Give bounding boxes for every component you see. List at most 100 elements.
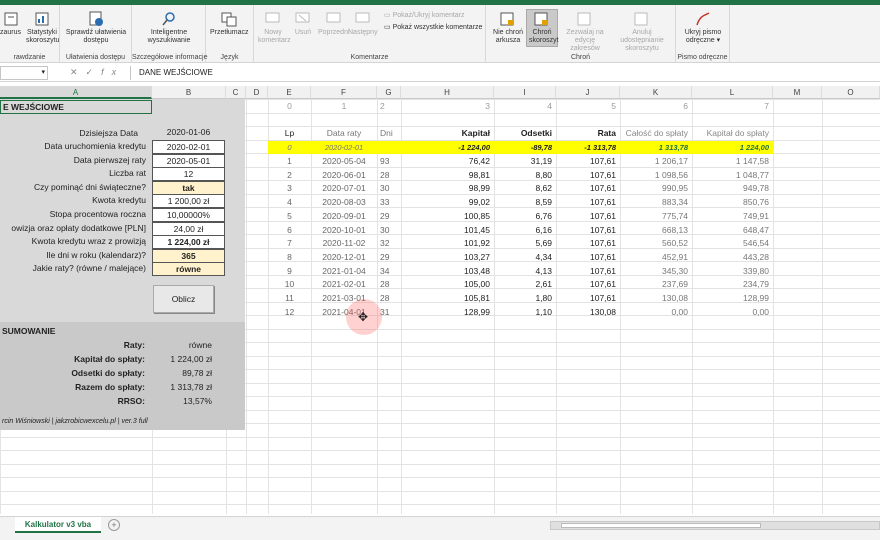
next-comment-button[interactable]: Następny	[348, 11, 378, 37]
initial-row-cell: 1 313,78	[658, 143, 688, 152]
input-value[interactable]: 10,00000%	[152, 208, 225, 222]
input-value[interactable]: 365	[152, 248, 225, 263]
show-hide-comment-button[interactable]: ▭ Pokaż/Ukryj komentarz	[384, 11, 465, 19]
schedule-cell: 128,99	[743, 293, 769, 303]
allow-edit-ranges-button[interactable]: Zezwalaj na edycję zakresów	[562, 11, 608, 53]
column-header-m[interactable]: M	[773, 86, 822, 99]
formula-bar-icons: ✕✓fx	[70, 67, 124, 78]
column-header-a[interactable]: A	[0, 86, 152, 99]
input-section-title[interactable]: E WEJŚCIOWE	[0, 100, 152, 114]
input-value[interactable]: równe	[152, 262, 225, 277]
schedule-cell: 1 206,17	[654, 156, 688, 166]
check-accessibility-button[interactable]: Sprawdź ułatwienia dostępu	[64, 11, 128, 45]
input-value[interactable]: 1 224,00 zł	[152, 235, 225, 250]
initial-row-cell: -1 313,78	[584, 143, 616, 152]
name-box[interactable]: ▾	[0, 66, 48, 80]
chevron-down-icon[interactable]: ▾	[41, 67, 45, 79]
schedule-cell: 2020-11-02	[322, 238, 366, 249]
protect-workbook-button[interactable]: Chroń skoroszyt	[526, 9, 559, 47]
show-all-comments-button[interactable]: ▭ Pokaż wszystkie komentarze	[384, 23, 482, 31]
schedule-cell: 2020-07-01	[322, 183, 366, 194]
column-header-h[interactable]: H	[401, 86, 494, 99]
unshare-workbook-button[interactable]: Anuluj udostępnianie skoroszytu	[612, 11, 672, 53]
column-header-o[interactable]: O	[822, 86, 880, 99]
input-value[interactable]: 12	[152, 167, 225, 182]
schedule-cell: 7	[287, 238, 292, 249]
schedule-cell: 4,34	[535, 251, 552, 262]
schedule-cell: 3	[287, 183, 292, 194]
schedule-cell: 28	[380, 279, 390, 290]
column-header-c[interactable]: C	[226, 86, 246, 99]
cursor-icon: ✥	[358, 310, 369, 324]
column-header-l[interactable]: L	[692, 86, 773, 99]
input-value[interactable]: 2020-02-01	[152, 140, 225, 154]
input-label: Data pierwszej raty	[73, 154, 146, 165]
calculate-button[interactable]: Oblicz	[153, 285, 214, 313]
input-value[interactable]: 24,00 zł	[152, 221, 225, 236]
input-label: Czy pominąć dni świąteczne?	[34, 181, 146, 192]
sheet-tab-active[interactable]: Kalkulator v3 vba	[15, 517, 101, 533]
ribbon: zaurus Statystyki skoroszytu rawdzanie S…	[0, 5, 880, 63]
sheet-tab-bar: Kalkulator v3 vba +	[0, 516, 880, 534]
book-icon	[4, 12, 17, 26]
insert-function-icon[interactable]: fx	[101, 67, 124, 77]
formula-input[interactable]: DANE WEJŚCIOWE	[130, 66, 880, 80]
input-value[interactable]: 1 200,00 zł	[152, 194, 225, 209]
add-sheet-icon[interactable]: +	[108, 519, 120, 531]
scrollbar-thumb[interactable]	[561, 523, 761, 528]
column-header-g[interactable]: G	[377, 86, 401, 99]
schedule-cell: 5,69	[535, 238, 552, 249]
unshare-icon	[634, 12, 648, 26]
translate-button[interactable]: Przetłumacz	[210, 11, 249, 37]
summary-title: SUMOWANIE	[2, 326, 56, 336]
column-header-k[interactable]: K	[620, 86, 692, 99]
worksheet-grid[interactable]: E WEJŚCIOWE Dzisiejsza Data 2020-01-06 D…	[0, 99, 880, 514]
column-header-j[interactable]: J	[556, 86, 620, 99]
column-header-i[interactable]: I	[494, 86, 556, 99]
schedule-header: Całość do spłaty	[625, 128, 688, 138]
schedule-cell: 93	[380, 156, 390, 166]
cancel-entry-icon[interactable]: ✕	[70, 67, 86, 77]
previous-comment-button[interactable]: Poprzedni	[318, 11, 350, 37]
input-value[interactable]: tak	[152, 180, 225, 195]
hide-ink-button[interactable]: Ukryj pismo odręczne ▾	[680, 11, 726, 45]
input-label: Stopa procentowa roczna	[49, 209, 146, 219]
schedule-cell: 103,27	[464, 251, 490, 262]
schedule-cell: 443,28	[743, 251, 769, 262]
horizontal-scrollbar[interactable]	[550, 521, 880, 530]
column-index: 0	[287, 101, 292, 111]
schedule-cell: 100,85	[464, 210, 490, 221]
schedule-cell: 34	[380, 265, 390, 276]
sheet-lock-icon	[500, 12, 514, 26]
confirm-entry-icon[interactable]: ✓	[86, 67, 102, 77]
workbook-statistics-button[interactable]: Statystyki skoroszytu	[26, 11, 59, 45]
summary-label: Odsetki do spłaty:	[71, 368, 145, 378]
schedule-cell: 0,00	[671, 306, 688, 317]
schedule-cell: 107,61	[590, 156, 616, 166]
schedule-cell: 6,76	[535, 210, 552, 221]
smart-lookup-button[interactable]: Inteligentne wyszukiwanie	[140, 11, 198, 45]
schedule-cell: 29	[380, 251, 390, 262]
schedule-cell: 98,81	[468, 169, 490, 180]
column-header-f[interactable]: F	[311, 86, 377, 99]
input-value[interactable]: 2020-05-01	[152, 153, 225, 168]
schedule-header: Kapitał	[461, 128, 490, 138]
schedule-cell: 107,61	[590, 293, 616, 303]
schedule-cell: 452,91	[662, 251, 688, 262]
delete-comment-button[interactable]: Usuń	[294, 11, 312, 37]
column-header-e[interactable]: E	[268, 86, 311, 99]
thesaurus-button[interactable]: zaurus	[0, 11, 21, 37]
initial-row-cell	[377, 141, 401, 154]
schedule-cell: 1 098,56	[654, 169, 688, 180]
statistics-icon	[35, 12, 49, 26]
column-header-b[interactable]: B	[152, 86, 226, 99]
schedule-cell: 107,61	[590, 279, 616, 290]
initial-row-cell: 0	[287, 143, 292, 152]
gridline-h	[0, 504, 880, 505]
unprotect-sheet-button[interactable]: Nie chroń arkusza	[492, 11, 524, 45]
translate-icon	[221, 12, 237, 27]
column-header-d[interactable]: D	[246, 86, 268, 99]
schedule-cell: 1 147,58	[735, 156, 769, 166]
search-icon	[162, 12, 175, 26]
new-comment-button[interactable]: Nowy komentarz	[258, 11, 291, 45]
